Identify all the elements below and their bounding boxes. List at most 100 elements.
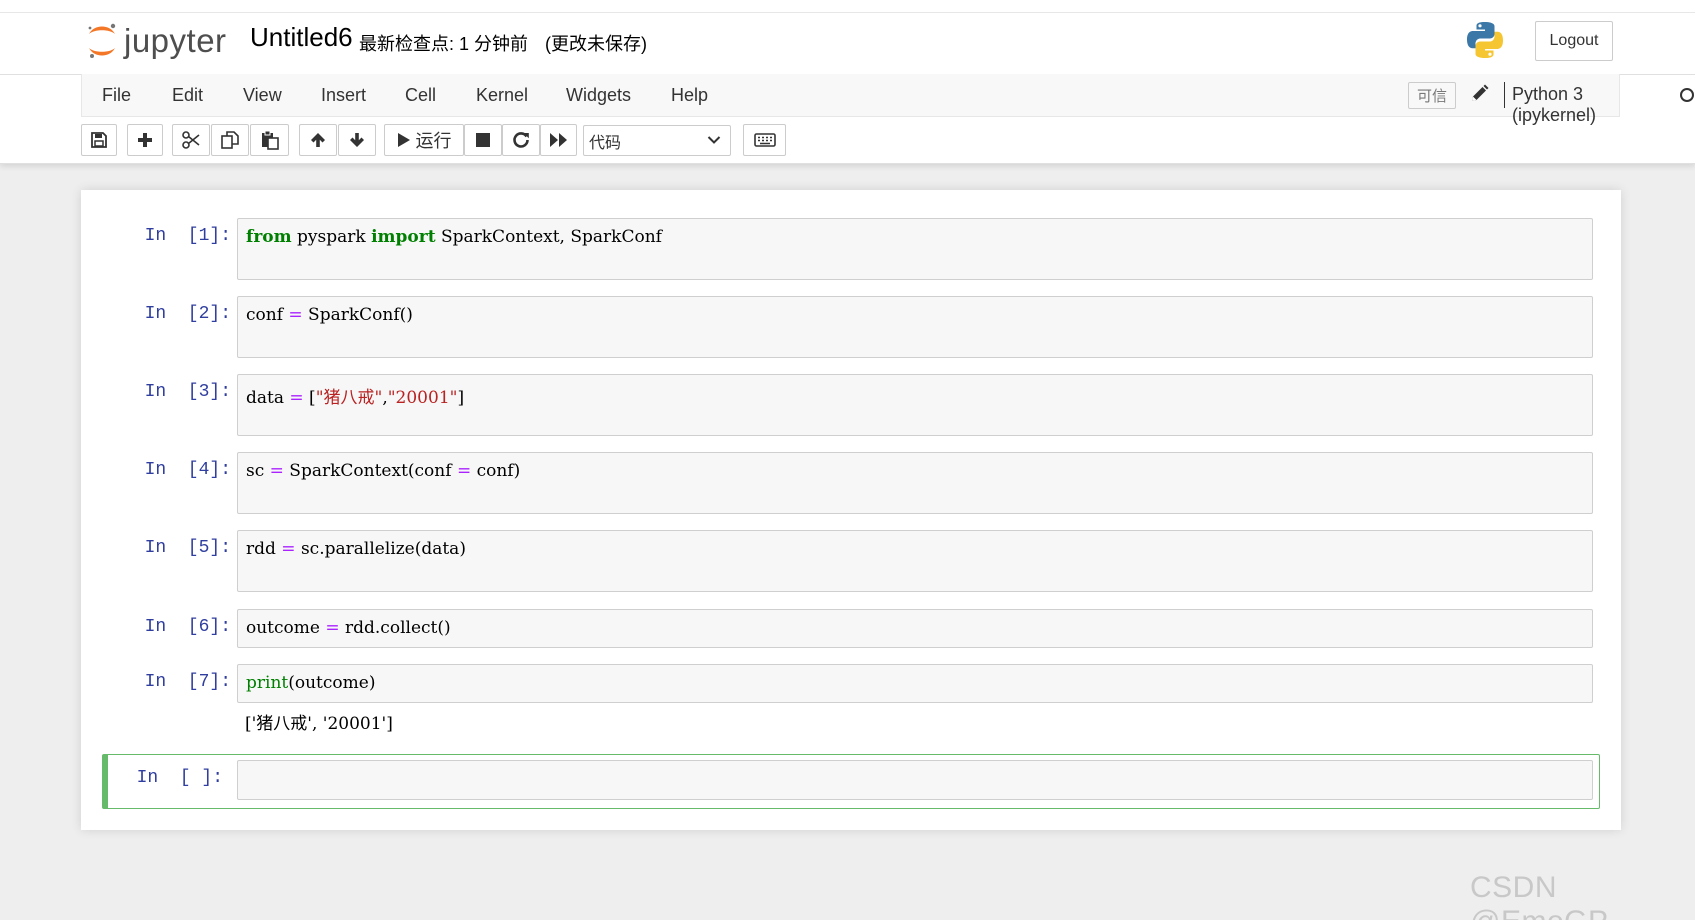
unsaved-status: (更改未保存) <box>545 34 647 54</box>
cell-type-select[interactable]: 代码 <box>583 125 731 156</box>
cell-prompt: In [2]: <box>144 304 231 324</box>
move-up-button[interactable] <box>299 124 337 156</box>
keyboard-icon <box>753 133 776 147</box>
menu-bar: File Edit View Insert Cell Kernel Widget… <box>81 74 1694 125</box>
code-line: data = ["猪八戒","20001"] <box>246 383 464 408</box>
code-cell[interactable]: In [2]: conf = SparkConf() <box>81 296 1621 362</box>
kernel-idle-icon <box>1680 88 1694 102</box>
code-token: from <box>246 227 292 247</box>
code-cell[interactable]: In [ ]: <box>81 760 1621 804</box>
kernel-name[interactable]: Python 3 (ipykernel) <box>1512 84 1619 126</box>
code-cell[interactable]: In [6]: outcome = rdd.collect() <box>81 609 1621 652</box>
header: jupyter Untitled6 最新检查点: 1 分钟前 (更改未保存) L… <box>0 0 1695 164</box>
code-token: = <box>325 618 340 638</box>
code-line: from pyspark import SparkContext, SparkC… <box>246 227 662 247</box>
cell-prompt: In [4]: <box>144 460 231 480</box>
menu-cell[interactable]: Cell <box>405 85 436 106</box>
checkpoint-status: 最新检查点: 1 分钟前 <box>359 34 529 54</box>
code-token: SparkContext, SparkConf <box>435 227 662 247</box>
pencil-icon[interactable] <box>1468 83 1490 110</box>
code-token: conf) <box>471 461 521 481</box>
jupyter-logo-icon <box>88 23 116 58</box>
cut-button[interactable] <box>172 124 210 156</box>
code-input[interactable]: conf = SparkConf() <box>237 296 1593 358</box>
cell-prompt: In [3]: <box>144 382 231 402</box>
trusted-badge[interactable]: 可信 <box>1408 82 1456 109</box>
watermark: CSDN @EmoGP <box>1470 871 1608 920</box>
restart-run-all-button[interactable] <box>540 124 577 156</box>
code-line: rdd = sc.parallelize(data) <box>246 539 466 559</box>
code-cell[interactable]: In [5]: rdd = sc.parallelize(data) <box>81 530 1621 596</box>
code-token: import <box>371 227 436 247</box>
restart-button[interactable] <box>502 124 540 156</box>
jupyter-logo-text: jupyter <box>124 22 227 59</box>
code-token: ] <box>457 388 465 408</box>
code-input[interactable]: data = ["猪八戒","20001"] <box>237 374 1593 436</box>
code-input[interactable]: sc = SparkContext(conf = conf) <box>237 452 1593 514</box>
restart-icon <box>513 132 529 148</box>
code-token: conf <box>246 305 289 325</box>
plus-icon <box>138 133 152 147</box>
code-token: = <box>456 461 472 481</box>
menu-widgets[interactable]: Widgets <box>566 85 631 106</box>
cell-type-value: 代码 <box>589 134 622 152</box>
run-button[interactable]: 运行 <box>384 124 464 156</box>
code-token: = <box>281 539 296 559</box>
code-cell[interactable]: In [4]: sc = SparkContext(conf = conf) <box>81 452 1621 518</box>
code-token: print <box>246 673 289 693</box>
code-input[interactable] <box>237 760 1593 800</box>
save-icon <box>91 132 107 148</box>
code-input[interactable]: from pyspark import SparkContext, SparkC… <box>237 218 1593 280</box>
menu-kernel[interactable]: Kernel <box>476 85 528 106</box>
copy-button[interactable] <box>211 124 249 156</box>
menu-help[interactable]: Help <box>671 85 708 106</box>
code-input[interactable]: outcome = rdd.collect() <box>237 609 1593 648</box>
code-input[interactable]: rdd = sc.parallelize(data) <box>237 530 1593 592</box>
run-button-label: 运行 <box>415 131 452 151</box>
kernel-separator <box>1504 82 1505 108</box>
code-cell[interactable]: In [3]: data = ["猪八戒","20001"] <box>81 374 1621 440</box>
code-token: = <box>288 305 303 325</box>
arrow-up-icon <box>311 133 325 147</box>
code-cell[interactable]: In [1]: from pyspark import SparkContext,… <box>81 218 1621 284</box>
chevron-down-icon <box>707 136 721 144</box>
code-line: outcome = rdd.collect() <box>246 618 451 638</box>
paste-icon <box>261 130 279 150</box>
cell-output: ['猪八戒', '20001'] <box>245 714 393 734</box>
code-token: rdd <box>246 539 282 559</box>
code-token: "20001" <box>387 388 458 408</box>
code-token: = <box>289 388 304 408</box>
notebook-container: In [1]: from pyspark import SparkContext,… <box>81 190 1621 830</box>
code-token: rdd.collect() <box>339 618 451 638</box>
save-button[interactable] <box>81 124 117 156</box>
code-token: pyspark <box>291 227 372 247</box>
code-cell[interactable]: In [7]: print(outcome) ['猪八戒', '20001'] <box>81 664 1621 734</box>
jupyter-logo[interactable]: jupyter <box>86 18 246 64</box>
paste-button[interactable] <box>250 124 289 156</box>
code-token: [ <box>303 388 316 408</box>
cell-prompt: In [6]: <box>144 617 231 637</box>
code-line: conf = SparkConf() <box>246 305 413 325</box>
menu-insert[interactable]: Insert <box>321 85 366 106</box>
fast-forward-icon <box>549 133 567 147</box>
code-token: outcome <box>246 618 326 638</box>
code-token: SparkConf() <box>302 305 413 325</box>
menu-view[interactable]: View <box>243 85 282 106</box>
menu-edit[interactable]: Edit <box>172 85 203 106</box>
arrow-down-icon <box>350 133 364 147</box>
code-line: print(outcome) <box>246 673 375 693</box>
insert-cell-button[interactable] <box>127 124 163 156</box>
code-input[interactable]: print(outcome) <box>237 664 1593 703</box>
code-token: data <box>246 388 290 408</box>
cell-prompt: In [1]: <box>144 226 231 246</box>
code-token: "猪八戒" <box>315 388 383 408</box>
logout-button[interactable]: Logout <box>1535 21 1613 61</box>
header-top-rule <box>0 12 1695 13</box>
code-token: SparkContext(conf <box>283 461 457 481</box>
command-palette-button[interactable] <box>743 124 786 156</box>
interrupt-button[interactable] <box>464 124 502 156</box>
notebook-name[interactable]: Untitled6 <box>250 22 353 53</box>
menu-file[interactable]: File <box>102 85 131 106</box>
move-down-button[interactable] <box>338 124 376 156</box>
stop-icon <box>476 133 490 147</box>
